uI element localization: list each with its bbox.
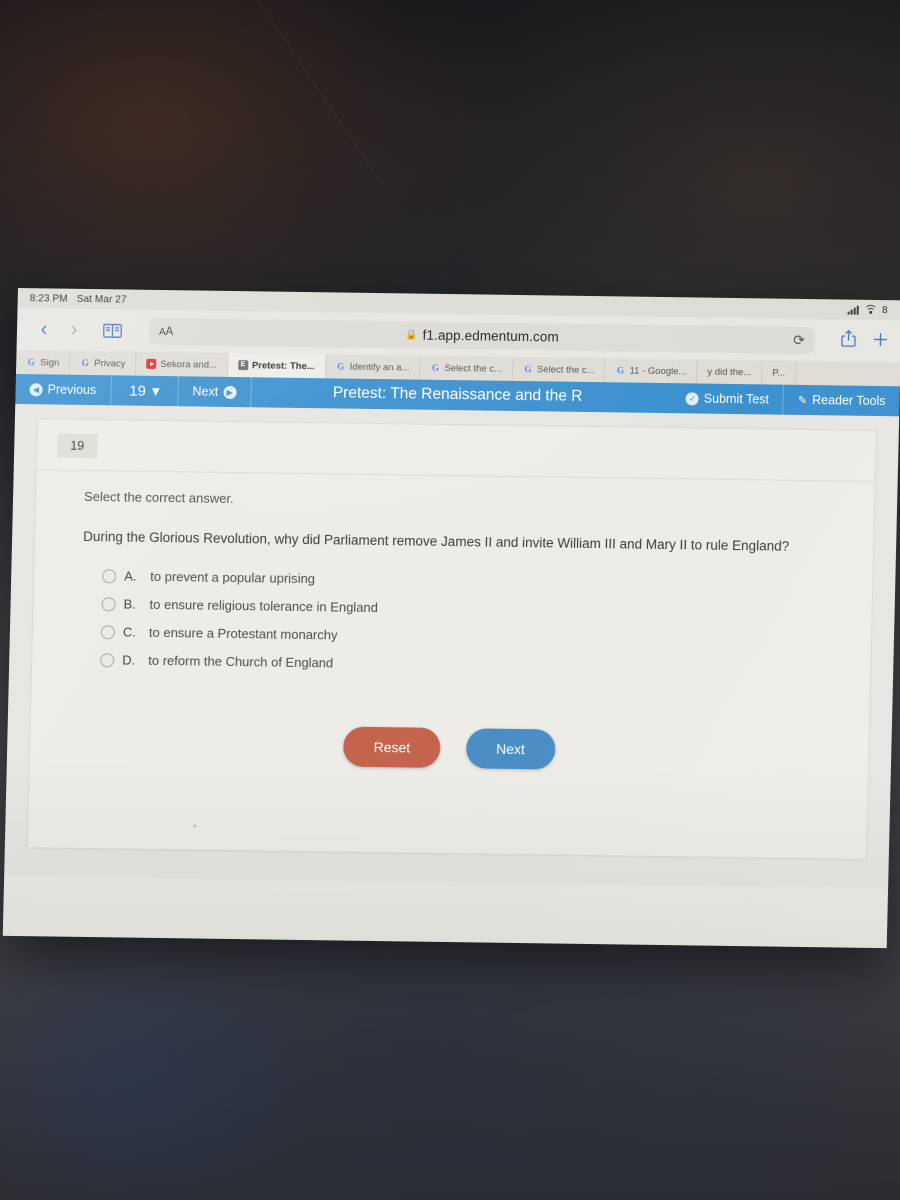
tablet-screen-wrapper: 8:23 PM Sat Mar 27 8 ‹ › AA 🔒 f1.app.edm… [2, 288, 900, 960]
option-letter: B. [123, 596, 137, 612]
book-icon[interactable] [97, 315, 128, 345]
next-button[interactable]: Next [465, 728, 556, 770]
browser-tab-label: y did the... [707, 366, 752, 378]
tablet-screen: 8:23 PM Sat Mar 27 8 ‹ › AA 🔒 f1.app.edm… [2, 288, 900, 949]
browser-tab[interactable]: G Privacy [69, 350, 137, 376]
previous-label: Previous [47, 382, 97, 398]
share-icon[interactable] [841, 329, 857, 351]
instruction-text: Select the correct answer. [83, 488, 234, 507]
status-bar-time: 8:23 PM [29, 292, 68, 305]
answer-option[interactable]: C. to ensure a Protestant monarchy [100, 624, 851, 649]
browser-tab-label: 11 - Google... [629, 365, 687, 377]
forward-icon[interactable]: › [59, 315, 90, 345]
edmentum-icon: E [237, 360, 249, 371]
browser-tab[interactable]: G Sign [15, 349, 71, 375]
status-bar-date: Sat Mar 27 [76, 293, 127, 306]
question-text: During the Glorious Revolution, why did … [82, 528, 790, 554]
wifi-icon [863, 304, 878, 318]
background-wall-line [250, 0, 386, 189]
browser-tab-label: Sekora and... [160, 358, 218, 371]
reader-tools-button[interactable]: ✎ Reader Tools [784, 385, 900, 417]
submit-test-label: Submit Test [703, 391, 770, 407]
screen-dust-artifact [193, 824, 197, 828]
reader-tools-label: Reader Tools [811, 393, 886, 409]
option-letter: C. [122, 624, 137, 640]
google-icon: G [81, 357, 89, 368]
status-bar-right: 8 [847, 304, 888, 318]
google-icon: G [27, 357, 35, 368]
browser-tab-label: Select the c... [444, 362, 503, 375]
next-question-button[interactable]: Next ▶ [178, 376, 252, 408]
cellular-signal-icon [847, 305, 860, 315]
question-card: 19 Select the correct answer. During the… [26, 418, 877, 860]
app-bar-left-group: ◀ Previous 19 ▾ Next ▶ [15, 373, 252, 408]
option-text: to reform the Church of England [148, 653, 334, 671]
safari-toolbar-right [827, 329, 890, 352]
browser-tab-label: Privacy [94, 357, 126, 370]
google-icon: G [524, 364, 532, 375]
browser-tab[interactable]: P... [761, 360, 797, 385]
question-number-badge: 19 [57, 433, 98, 459]
browser-tab-label: Identify an a... [349, 361, 410, 373]
back-icon[interactable]: ‹ [29, 314, 60, 344]
option-letter: A. [124, 568, 137, 584]
browser-tab[interactable]: E Pretest: The... [227, 352, 327, 379]
previous-question-button[interactable]: ◀ Previous [15, 373, 112, 406]
text-size-button[interactable]: AA [159, 324, 173, 338]
browser-tab[interactable]: G 11 - Google... [605, 358, 698, 384]
address-bar[interactable]: AA 🔒 f1.app.edmentum.com ⟳ [148, 317, 816, 354]
action-buttons: Reset Next [50, 723, 849, 774]
answer-option[interactable]: D. to reform the Church of England [100, 652, 850, 677]
next-label: Next [192, 384, 219, 399]
browser-tab[interactable]: y did the... [697, 359, 763, 385]
circle-check-icon: ✓ [685, 391, 700, 406]
google-icon: G [337, 361, 345, 372]
option-text: to ensure religious tolerance in England [149, 597, 379, 616]
photographed-scene: 8:23 PM Sat Mar 27 8 ‹ › AA 🔒 f1.app.edm… [0, 0, 900, 1200]
browser-tab[interactable]: G Identify an a... [325, 354, 421, 380]
browser-tab[interactable]: G Select the c... [512, 356, 606, 383]
address-bar-center: 🔒 f1.app.edmentum.com [149, 323, 815, 347]
url-text: f1.app.edmentum.com [422, 327, 560, 345]
google-icon: G [431, 362, 440, 373]
chevron-down-icon: ▾ [151, 382, 160, 400]
option-text: to prevent a popular uprising [150, 569, 316, 587]
browser-tab[interactable]: G Select the c... [420, 355, 514, 381]
pencil-icon: ✎ [797, 394, 808, 407]
browser-tab-label: P... [772, 367, 786, 379]
plus-icon[interactable] [872, 330, 889, 351]
circle-right-arrow-icon: ▶ [223, 385, 237, 399]
lock-icon: 🔒 [405, 328, 418, 341]
radio-button[interactable] [102, 568, 117, 584]
answer-option[interactable]: A. to prevent a popular uprising [102, 568, 852, 593]
option-letter: D. [122, 652, 136, 668]
reload-icon[interactable]: ⟳ [793, 331, 805, 348]
option-text: to ensure a Protestant monarchy [148, 625, 338, 643]
battery-percent-label: 8 [881, 304, 888, 316]
browser-tab[interactable]: Sekora and... [136, 351, 229, 377]
youtube-icon [146, 358, 157, 369]
current-question-number: 19 [129, 382, 147, 400]
radio-button[interactable] [101, 596, 116, 612]
google-icon: G [616, 365, 625, 376]
submit-test-button[interactable]: ✓ Submit Test [671, 383, 785, 415]
radio-button[interactable] [100, 624, 116, 640]
browser-tab-label: Select the c... [536, 363, 595, 376]
status-bar-left: 8:23 PM Sat Mar 27 [30, 293, 127, 305]
browser-tab-label: Sign [40, 356, 60, 369]
card-divider [36, 469, 875, 482]
app-bar-right-group: ✓ Submit Test ✎ Reader Tools [671, 383, 899, 416]
circle-left-arrow-icon: ◀ [29, 382, 43, 396]
answer-option[interactable]: B. to ensure religious tolerance in Engla… [101, 596, 851, 621]
question-number-dropdown[interactable]: 19 ▾ [110, 375, 179, 407]
answer-options-list: A. to prevent a popular uprising B. to ensu… [100, 568, 852, 677]
test-page-body: 19 Select the correct answer. During the… [4, 403, 900, 889]
radio-button[interactable] [100, 652, 115, 668]
aa-large-label: A [165, 324, 174, 339]
browser-tab-label: Pretest: The... [251, 359, 315, 372]
reset-button[interactable]: Reset [343, 726, 441, 769]
